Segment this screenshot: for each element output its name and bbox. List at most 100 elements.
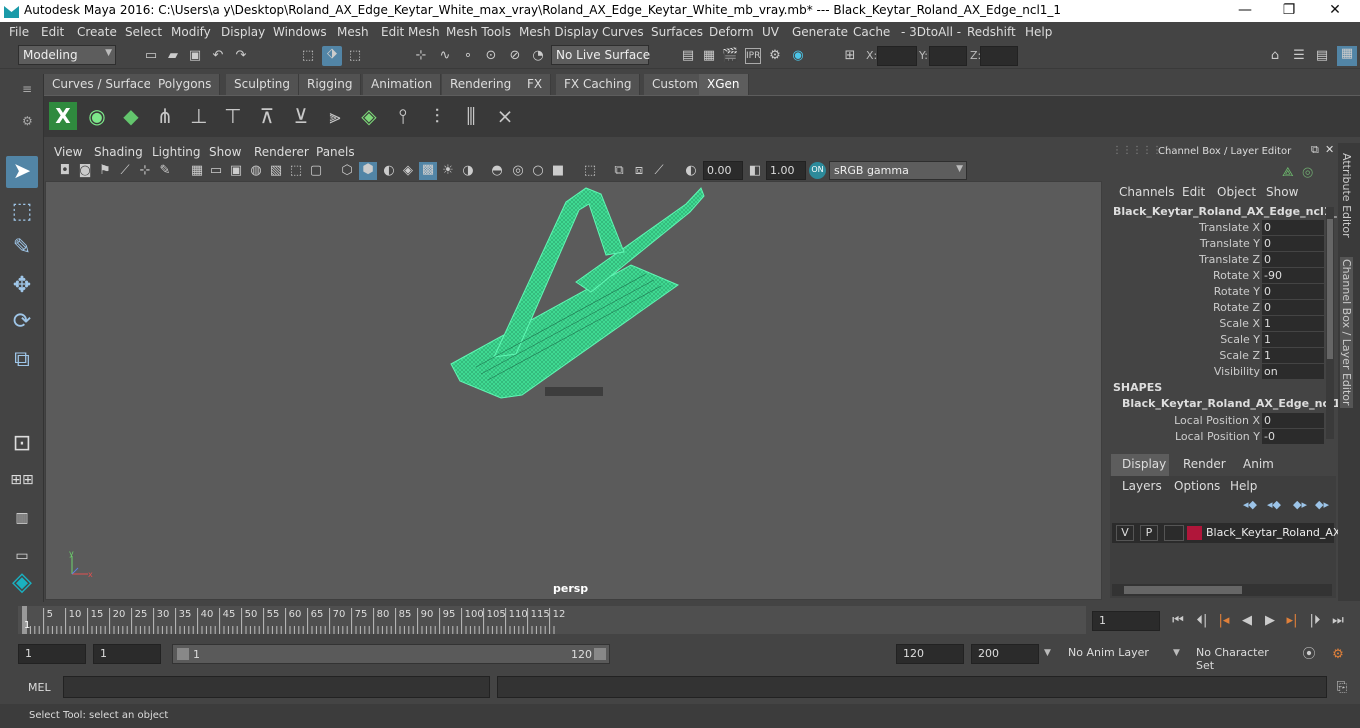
range-end-handle[interactable] [594,648,606,660]
float-panel-icon[interactable]: ⧉ [1311,143,1319,157]
cb-menu-channels[interactable]: Channels [1119,185,1175,199]
menu-generate[interactable]: Generate [792,25,848,39]
save-scene-icon[interactable]: ▣ [187,48,203,64]
layer-name[interactable]: Black_Keytar_Roland_AX_ [1206,526,1346,539]
select-components-icon[interactable]: ⬚ [347,48,363,64]
film-gate-icon[interactable]: ▭ [208,163,224,179]
timeline-ruler[interactable]: 5 10 15 20 25 30 35 40 45 50 55 60 65 70 75 80 85 90 95 100… [18,606,1086,634]
maximize-button[interactable]: ❐ [1274,2,1304,18]
grid-icon[interactable]: ▦ [189,163,205,179]
menu-deform[interactable]: Deform [709,25,754,39]
field-chart-icon[interactable]: ▧ [268,163,284,179]
layer-menu-options[interactable]: Options [1174,479,1220,493]
channel-row[interactable]: Rotate Z0 [1104,300,1324,316]
select-tool-icon[interactable]: ➤ [6,156,38,188]
render-globals-icon[interactable]: ⚙ [767,48,783,64]
cb-menu-object[interactable]: Object [1217,185,1256,199]
channel-row[interactable]: Visibility on [1104,364,1324,380]
scrollbar-thumb[interactable] [1124,586,1242,594]
textured-icon[interactable]: ◈ [400,163,416,179]
current-frame-input[interactable]: 1 [1092,611,1160,631]
redo-icon[interactable]: ↷ [233,48,249,64]
animation-preferences-icon[interactable]: ⚙ [1330,647,1346,663]
outliner-layout-icon[interactable]: ▥ [6,502,38,534]
shelf-tab-polygons[interactable]: Polygons [150,74,221,95]
lasso-tool-icon[interactable]: ⬚ [6,196,38,228]
undo-icon[interactable]: ↶ [210,48,226,64]
ipr-render-icon[interactable]: IPR [745,48,761,64]
screen-space-ao-icon[interactable]: ◑ [460,163,476,179]
step-forward-frame-icon[interactable]: ▸| [1284,613,1300,629]
layer-tab-anim[interactable]: Anim [1232,454,1282,476]
playback-start-input[interactable]: 1 [93,644,161,664]
channel-row[interactable]: Scale Z1 [1104,348,1324,364]
menu-3dtoall[interactable]: - 3DtoAll - [901,25,961,39]
channel-value[interactable]: 0 [1262,252,1324,267]
channel-row[interactable]: Local Position X0 [1104,413,1324,429]
cb-menu-show[interactable]: Show [1266,185,1298,199]
move-layer-up-icon[interactable]: ◂◆ [1243,498,1257,511]
layer-color-swatch[interactable] [1187,526,1202,540]
four-view-layout-icon[interactable]: ⊞⊞ [6,464,38,496]
range-start-handle[interactable] [177,648,189,660]
gamma-icon[interactable]: ◧ [747,163,763,179]
snap-point-icon[interactable]: ∘ [460,48,476,64]
z-input[interactable] [980,46,1018,66]
safe-title-icon[interactable]: ▢ [308,163,324,179]
side-tab-channel-box[interactable]: Channel Box / Layer Editor [1340,257,1353,408]
side-tab-attribute-editor[interactable]: Attribute Editor [1340,153,1353,238]
xgen-grid-icon[interactable]: ◈ [355,102,383,130]
range-slider-bar[interactable]: 1 120 [172,644,610,664]
close-button[interactable]: ✕ [1320,2,1350,18]
interpolate-guides-icon[interactable]: ⫼ [457,102,485,130]
channel-row[interactable]: Translate Z0 [1104,252,1324,268]
mode-selector[interactable]: Modeling ▼ [18,45,116,65]
channel-value[interactable]: 1 [1262,316,1324,331]
snap-view-icon[interactable]: ⊙ [483,48,499,64]
wireframe-icon[interactable]: ⬡ [339,163,355,179]
channel-value[interactable]: 1 [1262,332,1324,347]
auto-key-icon[interactable]: ⦿ [1301,647,1317,663]
channel-value[interactable]: 0 [1262,236,1324,251]
go-to-end-icon[interactable]: ⏭ [1330,613,1346,629]
menu-uv[interactable]: UV [762,25,779,39]
menu-display[interactable]: Display [221,25,265,39]
hypershade-icon[interactable]: ◉ [790,48,806,64]
channel-row[interactable]: Scale X1 [1104,316,1324,332]
menu-mesh-display[interactable]: Mesh Display [519,25,599,39]
sculpt-guides-icon[interactable]: ⊼ [253,102,281,130]
move-layer-down-icon[interactable]: ◂◆ [1267,498,1281,511]
shelf-menu-icon[interactable]: ≡ [22,82,32,96]
xray-icon[interactable]: ⬚ [582,163,598,179]
channel-value[interactable]: 0 [1262,413,1324,428]
rotate-tool-icon[interactable]: ⟳ [6,306,38,338]
start-time-input[interactable]: 1 [18,644,86,664]
channel-box-toggle-icon[interactable]: ▦ [1337,46,1357,66]
shelf-tab-sculpting[interactable]: Sculpting [226,74,300,95]
tool-settings-toggle-icon[interactable]: ▤ [1314,48,1330,64]
shelf-tab-rendering[interactable]: Rendering [442,74,521,95]
channel-value[interactable]: 1 [1262,348,1324,363]
image-plane-icon[interactable]: ⟋ [117,163,133,179]
channel-row[interactable]: Translate Y0 [1104,236,1324,252]
panel-menu-panels[interactable]: Panels [316,145,355,159]
delete-guides-icon[interactable]: ⨯ [491,102,519,130]
paint-select-tool-icon[interactable]: ✎ [6,232,38,264]
command-language-label[interactable]: MEL [28,681,51,694]
character-set-selector[interactable]: No Character Set [1190,644,1294,672]
xray-components-icon[interactable]: ⧈ [631,163,647,179]
shelf-tab-custom[interactable]: Custom [644,74,707,95]
channel-value[interactable]: 0 [1262,284,1324,299]
panel-menu-shading[interactable]: Shading [94,145,143,159]
menu-curves[interactable]: Curves [602,25,644,39]
panel-menu-show[interactable]: Show [209,145,241,159]
xgen-editor-icon[interactable]: X [49,102,77,130]
attribute-editor-toggle-icon[interactable]: ☰ [1291,48,1307,64]
channel-row[interactable]: Scale Y1 [1104,332,1324,348]
y-input[interactable] [929,46,967,66]
motion-blur-icon[interactable]: ◓ [489,163,505,179]
x-input[interactable] [877,46,917,66]
playback-end-input[interactable]: 120 [896,644,964,664]
use-all-lights-icon[interactable]: ▩ [419,162,437,180]
render-settings-icon[interactable]: ▤ [680,48,696,64]
